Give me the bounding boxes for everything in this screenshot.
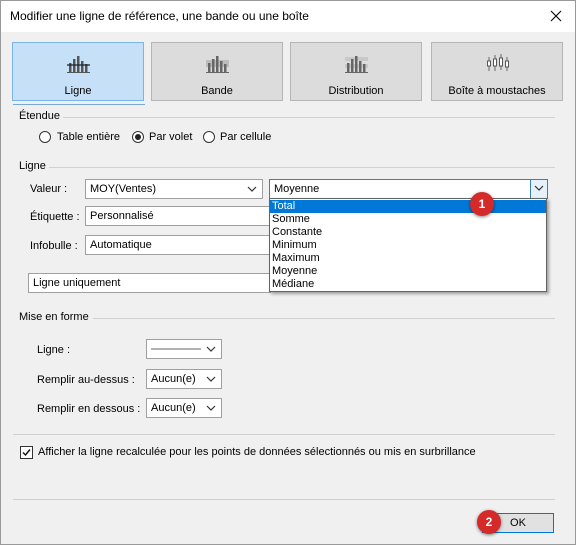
tile-label: Distribution: [328, 85, 384, 97]
section-divider: [13, 434, 555, 435]
recalc-checkbox[interactable]: [20, 446, 33, 459]
tile-label: Boîte à moustaches: [448, 85, 546, 97]
section-title-scope: Étendue: [19, 110, 60, 122]
dialog: Modifier une ligne de référence, une ban…: [0, 0, 576, 545]
tooltip-label: Infobulle :: [30, 240, 78, 252]
window-title: Modifier une ligne de référence, une ban…: [10, 9, 309, 23]
radio-label-table-entiere: Table entière: [57, 131, 120, 143]
label-label: Étiquette :: [30, 211, 80, 223]
option-constante[interactable]: Constante: [270, 226, 546, 239]
aggregation-options-list: Total Somme Constante Minimum Maximum Mo…: [269, 198, 547, 292]
value-label: Valeur :: [30, 183, 68, 195]
tooltip-text: Automatique: [90, 239, 152, 251]
line-style-preview: [151, 348, 201, 350]
option-total[interactable]: Total: [270, 200, 546, 213]
option-somme[interactable]: Somme: [270, 213, 546, 226]
checkmark-icon: [22, 449, 31, 457]
chevron-down-icon: [534, 185, 544, 191]
callout-badge-1: 1: [470, 192, 494, 216]
format-line-label: Ligne :: [37, 344, 71, 356]
tab-boite-a-moustaches[interactable]: Boîte à moustaches: [431, 42, 563, 101]
radio-par-cellule[interactable]: [203, 131, 215, 143]
section-title-format: Mise en forme: [19, 311, 89, 323]
line-display-dropdown[interactable]: Ligne uniquement: [28, 273, 271, 293]
option-mediane[interactable]: Médiane: [270, 278, 546, 291]
radio-table-entiere[interactable]: [39, 131, 51, 143]
footer-divider: [13, 499, 555, 500]
recalc-label: Afficher la ligne recalculée pour les po…: [38, 446, 476, 458]
fill-below-label: Remplir en dessous :: [37, 403, 141, 415]
callout-badge-2: 2: [477, 510, 501, 534]
chevron-down-icon: [247, 186, 257, 192]
option-minimum[interactable]: Minimum: [270, 239, 546, 252]
tile-label: Ligne: [64, 85, 92, 97]
value-field-dropdown[interactable]: MOY(Ventes): [85, 179, 263, 199]
radio-label-par-volet: Par volet: [149, 131, 193, 143]
section-divider: [63, 117, 555, 118]
option-maximum[interactable]: Maximum: [270, 252, 546, 265]
close-icon[interactable]: [545, 5, 567, 27]
fill-below-text: Aucun(e): [151, 402, 196, 414]
fill-below-dropdown[interactable]: Aucun(e): [146, 398, 222, 418]
value-field-text: MOY(Ventes): [90, 183, 157, 195]
aggregation-text: Moyenne: [274, 183, 320, 195]
title-bar: Modifier une ligne de référence, une ban…: [1, 1, 575, 32]
tab-distribution[interactable]: Distribution: [290, 42, 422, 101]
section-title-line: Ligne: [19, 160, 46, 172]
tile-label: Bande: [201, 85, 233, 97]
reference-line-chart-icon: [67, 56, 90, 73]
section-divider: [93, 318, 555, 319]
aggregation-dropdown-button[interactable]: [530, 180, 547, 198]
fill-above-label: Remplir au-dessus :: [37, 374, 135, 386]
tab-bande[interactable]: Bande: [151, 42, 283, 101]
tooltip-dropdown[interactable]: Automatique: [85, 235, 271, 255]
line-display-text: Ligne uniquement: [33, 277, 121, 289]
section-divider: [49, 167, 555, 168]
tab-ligne[interactable]: Ligne: [12, 42, 144, 101]
chevron-down-icon: [206, 405, 216, 411]
radio-par-volet[interactable]: [132, 131, 144, 143]
fill-above-text: Aucun(e): [151, 373, 196, 385]
box-plot-icon: [487, 54, 509, 71]
band-chart-icon: [206, 56, 229, 73]
distribution-chart-icon: [345, 56, 368, 73]
option-moyenne[interactable]: Moyenne: [270, 265, 546, 278]
radio-label-par-cellule: Par cellule: [220, 131, 272, 143]
chevron-down-icon: [206, 346, 216, 352]
label-text: Personnalisé: [90, 210, 154, 222]
active-tab-indicator: [13, 104, 145, 105]
label-dropdown[interactable]: Personnalisé: [85, 206, 271, 226]
fill-above-dropdown[interactable]: Aucun(e): [146, 369, 222, 389]
line-style-dropdown[interactable]: [146, 339, 222, 359]
chevron-down-icon: [206, 376, 216, 382]
aggregation-dropdown[interactable]: Moyenne: [269, 179, 548, 199]
